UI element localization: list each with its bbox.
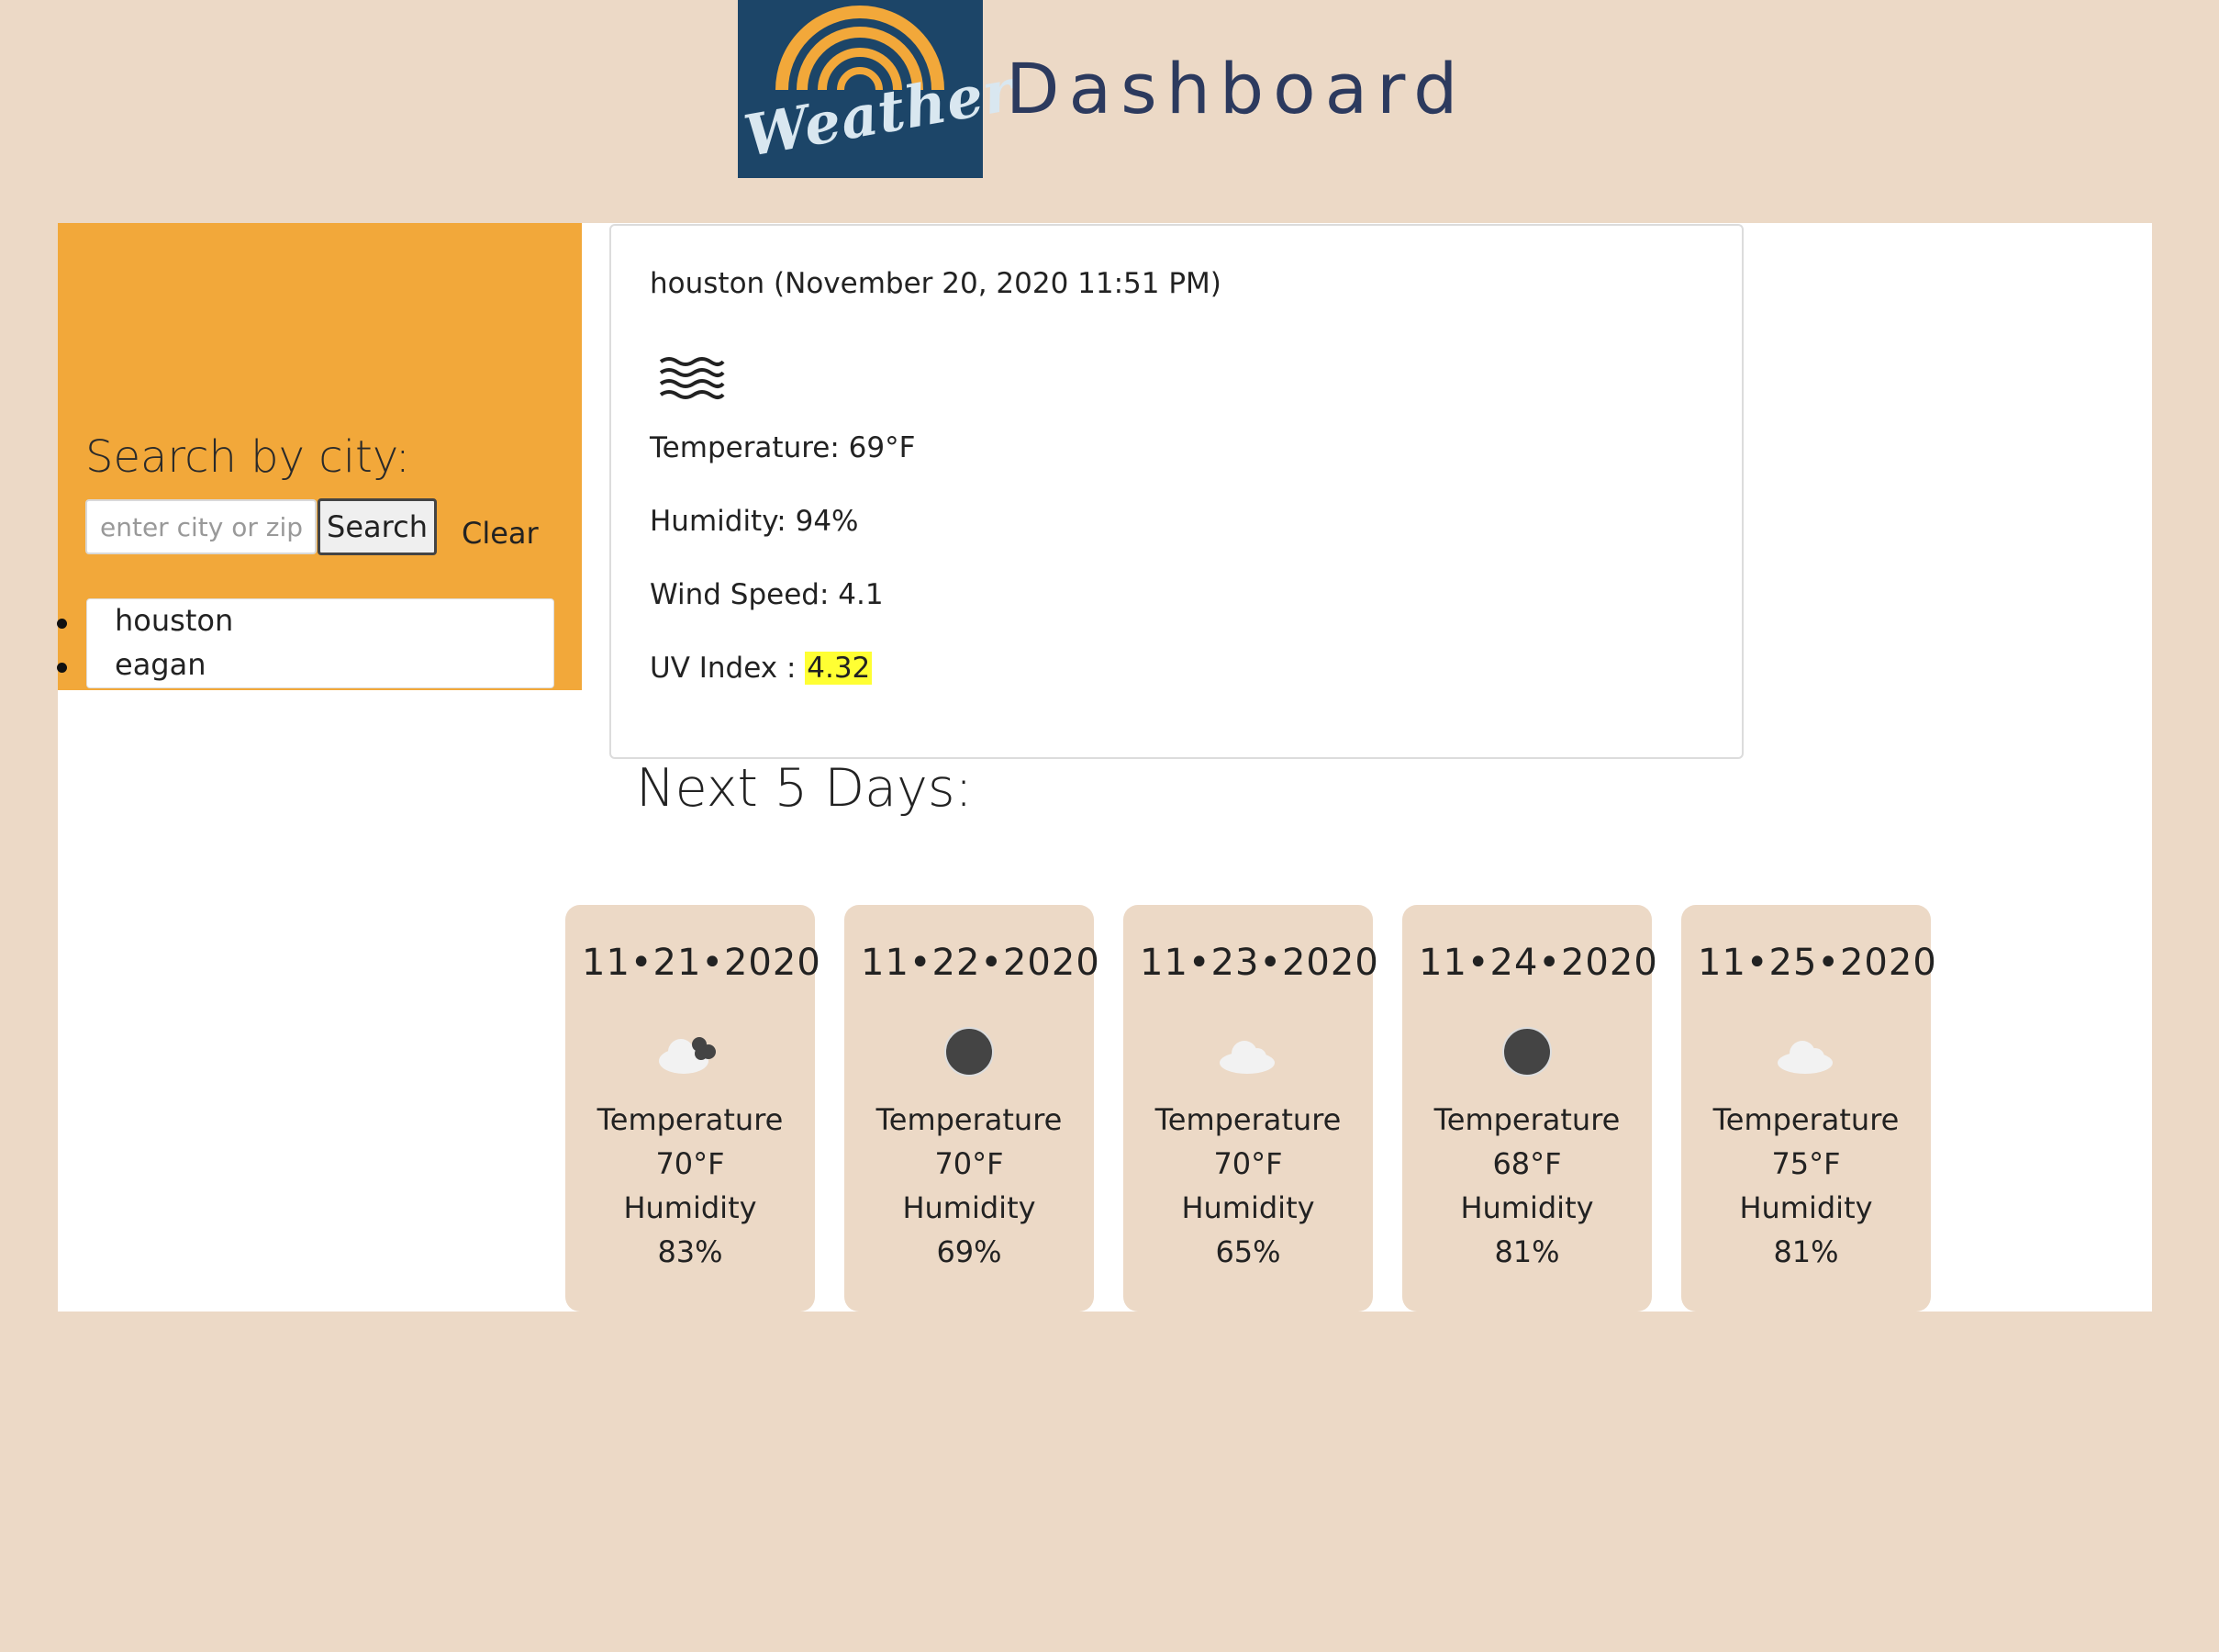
forecast-humidity: 81% — [1773, 1234, 1839, 1269]
forecast-date: 11•25•2020 — [1698, 942, 1937, 984]
clear-button[interactable]: Clear — [462, 516, 539, 551]
current-weather-card: houston (November 20, 2020 11:51 PM) Tem… — [609, 224, 1744, 759]
search-input[interactable] — [85, 499, 317, 554]
forecast-temp-label: Temperature — [1712, 1102, 1900, 1137]
current-uv-index: UV Index : 4.32 — [650, 652, 873, 685]
history-item-houston[interactable]: houston — [56, 603, 233, 638]
forecast-temp-label: Temperature — [875, 1102, 1063, 1137]
search-heading: Search by city: — [85, 431, 410, 483]
forecast-temp-label: Temperature — [1433, 1102, 1621, 1137]
clear-night-icon — [1500, 1024, 1555, 1079]
forecast-humidity-label: Humidity — [623, 1190, 757, 1225]
forecast-card: 11•22•2020 Temperature 70°F Humidity 69% — [844, 905, 1100, 1312]
forecast-date: 11•21•2020 — [582, 942, 821, 984]
forecast-humidity: 65% — [1215, 1234, 1281, 1269]
current-humidity: Humidity: 94% — [650, 505, 859, 538]
forecast-card: 11•24•2020 Temperature 68°F Humidity 81% — [1402, 905, 1658, 1312]
forecast-humidity-label: Humidity — [1739, 1190, 1873, 1225]
forecast-humidity-label: Humidity — [1181, 1190, 1315, 1225]
forecast-temp-label: Temperature — [597, 1102, 784, 1137]
mist-icon — [657, 354, 725, 404]
cloud-icon — [1778, 1024, 1834, 1079]
forecast-humidity-label: Humidity — [1460, 1190, 1594, 1225]
history-item-eagan[interactable]: eagan — [57, 647, 206, 682]
forecast-card: 11•21•2020 Temperature 70°F Humidity 83% — [565, 905, 821, 1312]
cloud-icon — [1220, 1024, 1276, 1079]
forecast-temp: 70°F — [934, 1146, 1004, 1181]
uv-value-badge: 4.32 — [805, 652, 873, 685]
forecast-humidity: 69% — [936, 1234, 1002, 1269]
current-temperature: Temperature: 69°F — [650, 431, 916, 464]
clear-night-icon — [942, 1024, 997, 1079]
forecast-temp-label: Temperature — [1154, 1102, 1342, 1137]
partly-cloudy-icon — [659, 1024, 718, 1079]
current-wind-speed: Wind Speed: 4.1 — [650, 578, 884, 611]
page-title: Dashboard — [1006, 48, 1467, 129]
forecast-date: 11•23•2020 — [1140, 942, 1379, 984]
forecast-heading: Next 5 Days: — [636, 758, 973, 819]
current-city-date: houston (November 20, 2020 11:51 PM) — [650, 267, 1221, 300]
uv-label: UV Index : — [650, 652, 806, 685]
weather-logo: Weather — [738, 0, 1020, 178]
forecast-temp: 68°F — [1492, 1146, 1562, 1181]
forecast-humidity: 83% — [657, 1234, 723, 1269]
forecast-temp: 70°F — [1213, 1146, 1283, 1181]
forecast-card: 11•25•2020 Temperature 75°F Humidity 81% — [1681, 905, 1937, 1312]
forecast-temp: 70°F — [655, 1146, 725, 1181]
search-button[interactable]: Search — [318, 498, 437, 555]
forecast-date: 11•24•2020 — [1419, 942, 1658, 984]
search-history-list: houston eagan — [56, 598, 554, 688]
forecast-card: 11•23•2020 Temperature 70°F Humidity 65% — [1123, 905, 1379, 1312]
forecast-humidity-label: Humidity — [902, 1190, 1036, 1225]
forecast-date: 11•22•2020 — [861, 942, 1100, 984]
forecast-humidity: 81% — [1494, 1234, 1560, 1269]
forecast-temp: 75°F — [1771, 1146, 1841, 1181]
